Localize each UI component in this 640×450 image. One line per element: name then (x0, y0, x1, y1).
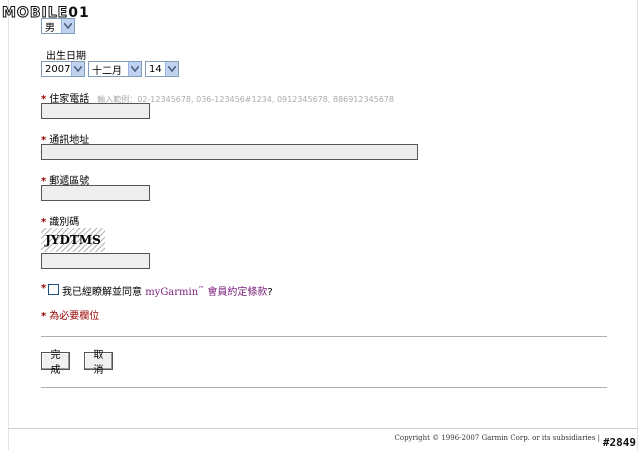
footer-divider (8, 428, 638, 429)
mygarmin-terms-link[interactable]: myGarmin™ 會員約定條款 (145, 285, 268, 298)
required-marker: * (41, 311, 47, 322)
submit-button[interactable]: 完成 (41, 350, 70, 376)
address-input[interactable] (41, 144, 418, 160)
divider (41, 336, 607, 337)
page-frame-left (8, 0, 9, 450)
birth-year-value: 2007 (45, 63, 71, 75)
trademark-symbol: ™ (198, 285, 205, 293)
divider (41, 387, 607, 388)
chevron-down-icon (61, 19, 74, 33)
chevron-down-icon (128, 62, 141, 76)
required-note: * 為必要欄位 (41, 307, 99, 322)
captcha-label-row: * 識別碼 (41, 213, 79, 228)
required-note-text: 為必要欄位 (49, 311, 100, 322)
page-frame-right (637, 0, 638, 450)
birth-year-select[interactable]: 2007 (41, 61, 85, 77)
captcha-label: 識別碼 (49, 217, 80, 228)
phone-input[interactable] (41, 103, 150, 119)
captcha-image: JYDTMS (41, 228, 105, 252)
birth-month-select[interactable]: 十二月 (88, 61, 142, 77)
birthdate-label: 出生日期 (46, 51, 86, 62)
gender-select[interactable]: 男 (41, 18, 75, 34)
birth-day-value: 14 (149, 63, 162, 75)
terms-link-text: 會員約定條款 (207, 287, 268, 298)
agreement-prefix: 我已經瞭解並同意 (62, 287, 142, 298)
agreement-text: 我已經瞭解並同意 myGarmin™ 會員約定條款? (62, 283, 273, 298)
birth-month-value: 十二月 (92, 65, 122, 77)
gender-select-value: 男 (45, 22, 55, 34)
chevron-down-icon (71, 62, 84, 76)
required-marker: * (41, 217, 47, 228)
zip-input[interactable] (41, 185, 150, 201)
chevron-down-icon (165, 62, 178, 76)
cancel-button[interactable]: 取消 (84, 350, 113, 376)
captcha-input[interactable] (41, 253, 150, 269)
watermark-id: #2849 (601, 436, 637, 449)
birth-day-select[interactable]: 14 (145, 61, 179, 77)
mygarmin-link-brand: myGarmin (145, 287, 199, 298)
agreement-end: ? (267, 287, 273, 298)
captcha-text: JYDTMS (45, 233, 101, 247)
required-marker: * (41, 283, 47, 294)
agreement-checkbox[interactable] (48, 284, 59, 295)
copyright-text: Copyright © 1996-2007 Garmin Corp. or it… (394, 434, 601, 442)
